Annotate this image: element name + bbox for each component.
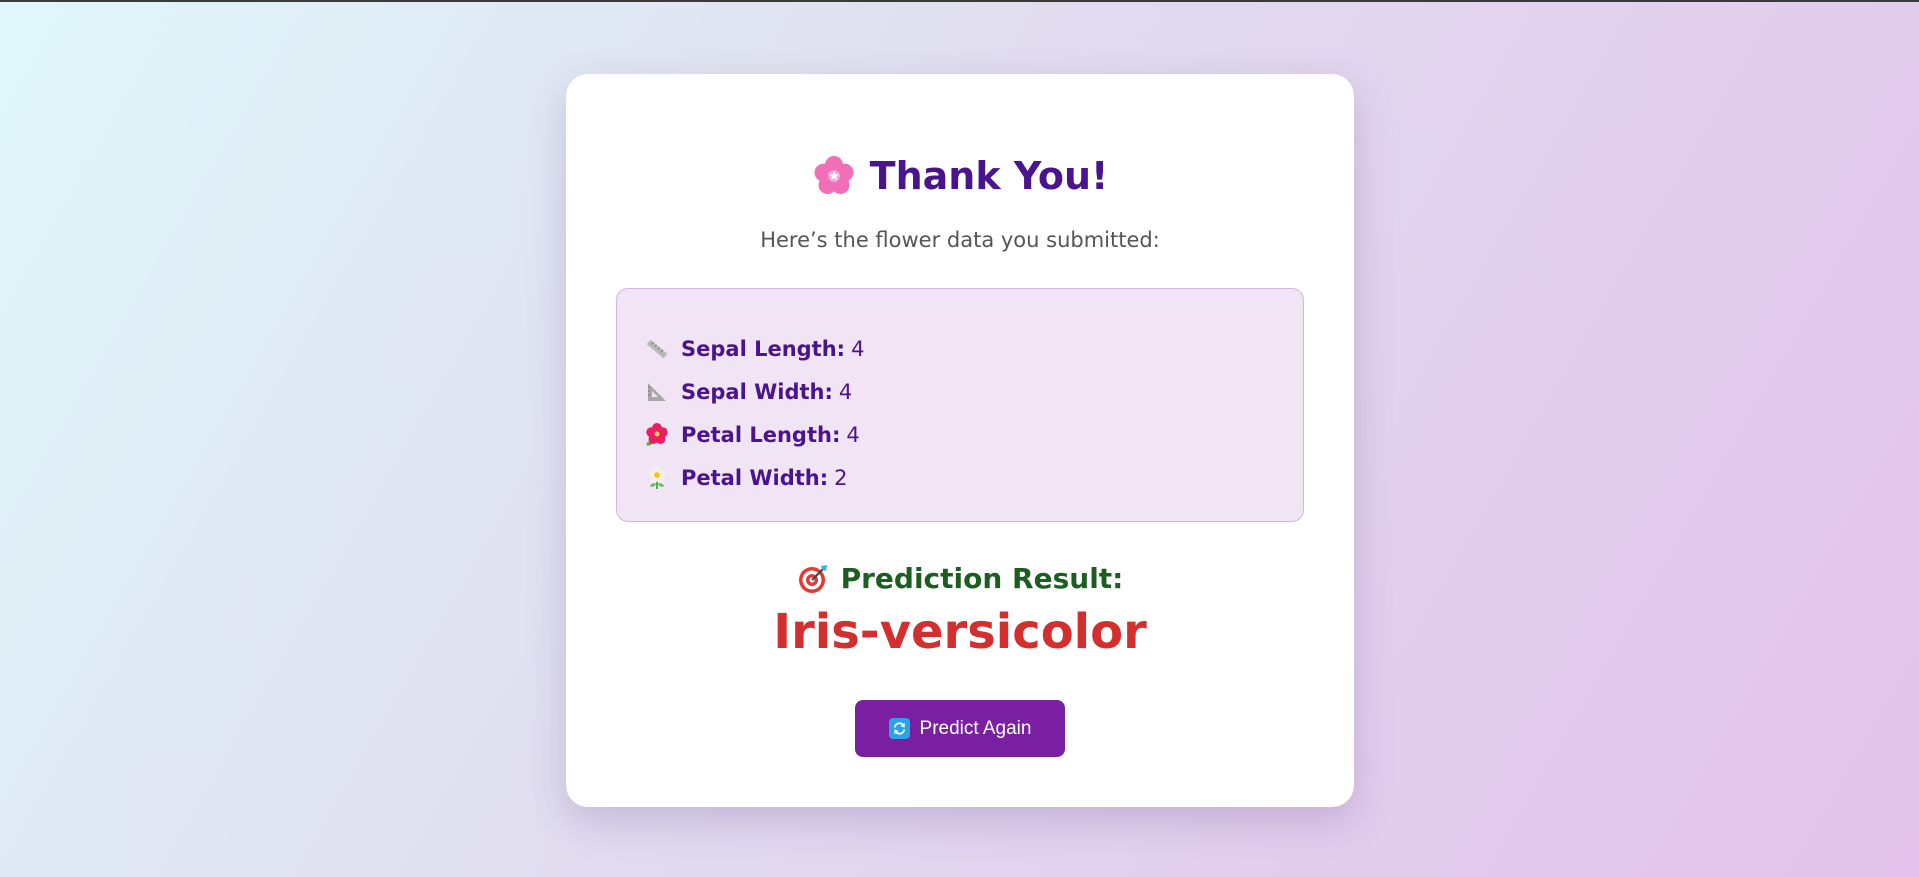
page-title: Thank You! — [869, 154, 1109, 198]
predict-again-label: Predict Again — [919, 717, 1032, 739]
measurement-row-sepal-width: Sepal Width: 4 — [645, 370, 1303, 413]
measurement-label: Petal Width: — [681, 465, 829, 490]
measurement-value: 4 — [846, 422, 860, 447]
title-row: Thank You! — [566, 154, 1354, 198]
measurement-value: 4 — [851, 336, 865, 361]
measurement-value: 2 — [834, 465, 848, 490]
window-top-border — [0, 0, 1919, 2]
subtitle: Here’s the flower data you submitted: — [760, 228, 1160, 252]
prediction-label: Prediction Result: — [840, 562, 1124, 595]
cherry-blossom-icon — [812, 154, 856, 198]
measurement-value: 4 — [838, 379, 853, 404]
prediction-value: Iris-versicolor — [773, 604, 1147, 660]
measurement-label: Sepal Length: — [681, 336, 846, 361]
measurement-label: Sepal Width: — [681, 379, 833, 404]
daisy-icon — [645, 465, 669, 490]
result-card: Thank You! Here’s the flower data you su… — [566, 74, 1354, 807]
submitted-data-box: Sepal Length: 4 Sepal Width: 4 Petal Len… — [616, 288, 1304, 522]
ruler-icon — [645, 337, 669, 361]
refresh-icon — [888, 718, 910, 739]
measurement-row-petal-length: Petal Length: 4 — [645, 413, 1303, 456]
measurement-row-petal-width: Petal Width: 2 — [645, 456, 1303, 499]
triangular-ruler-icon — [645, 380, 669, 404]
target-icon — [797, 563, 829, 595]
prediction-heading: Prediction Result: — [566, 562, 1354, 595]
measurement-label: Petal Length: — [681, 422, 841, 447]
measurement-row-sepal-length: Sepal Length: 4 — [645, 327, 1303, 370]
hibiscus-icon — [645, 422, 669, 447]
predict-again-button[interactable]: Predict Again — [855, 700, 1065, 757]
